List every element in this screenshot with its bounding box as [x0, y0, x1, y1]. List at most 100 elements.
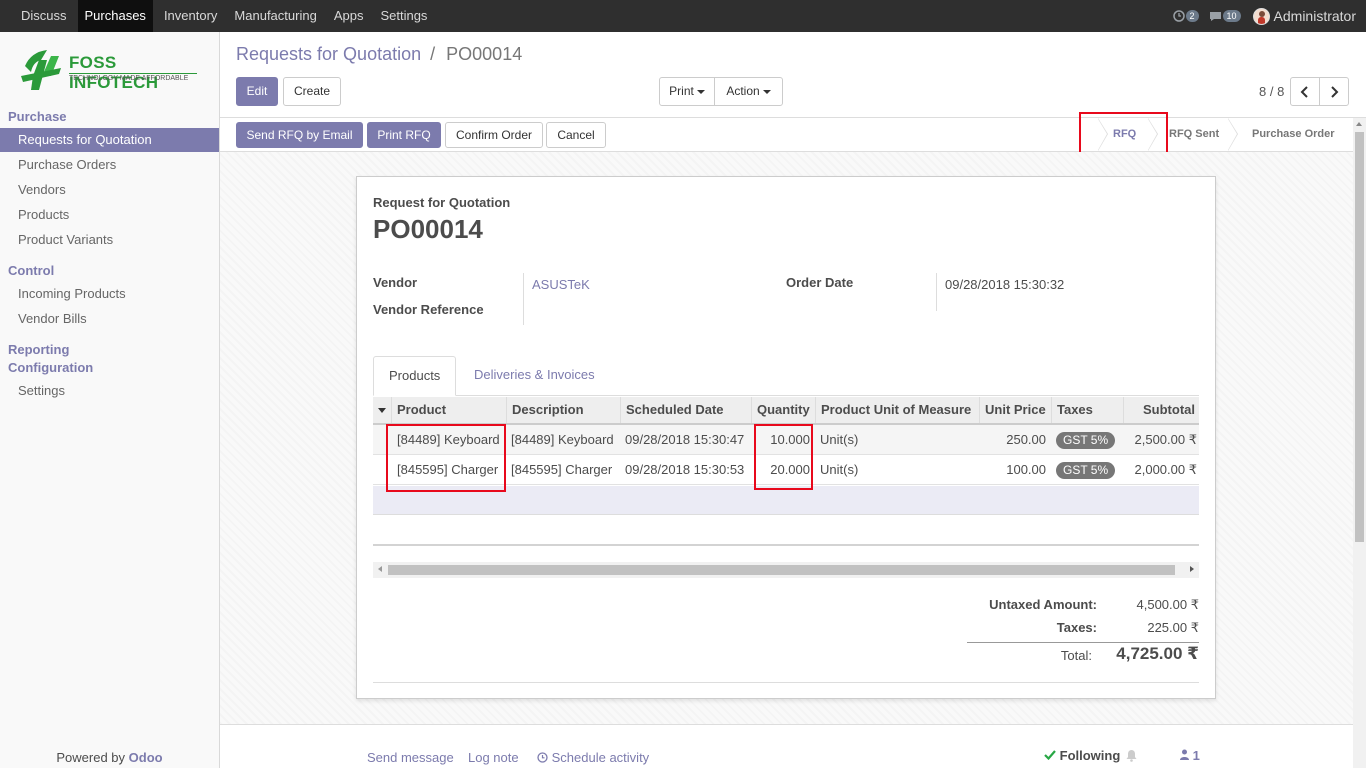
logo-mark-icon: [21, 50, 61, 90]
vertical-scrollbar[interactable]: [1353, 118, 1366, 768]
cell-uom[interactable]: Unit(s): [820, 455, 858, 485]
highlight-box-quantities: [754, 424, 813, 490]
section-reporting[interactable]: Reporting: [8, 342, 69, 357]
menu-purchases[interactable]: Purchases: [77, 0, 153, 32]
breadcrumb: Requests for Quotation / PO00014: [236, 44, 522, 65]
app-menu: Discuss Purchases Inventory Manufacturin…: [15, 0, 438, 32]
total-value: 4,725.00 ₹: [1116, 644, 1199, 663]
pager-next-button[interactable]: [1319, 77, 1349, 106]
sidebar-item-incoming-products[interactable]: Incoming Products: [0, 282, 219, 306]
schedule-activity-link[interactable]: Schedule activity: [537, 750, 649, 765]
cell-subtotal: 2,000.00 ₹: [1134, 462, 1198, 477]
powered-by-label: Powered by: [56, 750, 126, 765]
sidebar-item-vendor-bills[interactable]: Vendor Bills: [0, 307, 219, 331]
message-count-badge: 10: [1222, 10, 1241, 22]
total-label: Total:: [1060, 648, 1092, 663]
caret-down-icon: [378, 408, 386, 413]
table-header: Product Description Scheduled Date Quant…: [373, 397, 1199, 425]
clock-icon: [1172, 10, 1185, 22]
sidebar-item-product-variants[interactable]: Product Variants: [0, 228, 219, 252]
column-header-taxes[interactable]: Taxes: [1052, 397, 1124, 423]
scrollbar-thumb[interactable]: [1355, 132, 1364, 542]
section-purchase: Purchase: [8, 109, 67, 124]
menu-manufacturing[interactable]: Manufacturing: [228, 0, 322, 32]
scroll-up-icon: [1356, 122, 1362, 126]
followers-count: 1: [1192, 748, 1200, 763]
print-dropdown[interactable]: Print: [659, 77, 715, 106]
sidebar-item-purchase-orders[interactable]: Purchase Orders: [0, 153, 219, 177]
sidebar-item-settings[interactable]: Settings: [0, 379, 219, 403]
send-rfq-email-button[interactable]: Send RFQ by Email: [236, 122, 363, 148]
brand-tagline: TECHNOLOGY MADE AFFORDABLE: [69, 73, 197, 82]
document-number: PO00014: [373, 214, 483, 244]
top-navbar: Discuss Purchases Inventory Manufacturin…: [0, 0, 1366, 32]
user-avatar[interactable]: [1252, 7, 1270, 25]
odoo-link[interactable]: Odoo: [129, 750, 163, 765]
following-label: Following: [1059, 748, 1121, 763]
action-dropdown[interactable]: Action: [714, 77, 783, 106]
scroll-left-icon: [378, 566, 382, 572]
sidebar-item-products[interactable]: Products: [0, 203, 219, 227]
check-icon: [1044, 750, 1056, 761]
company-logo: FOSS INFOTECH TECHNOLOGY MADE AFFORDABLE: [17, 46, 202, 96]
pager-value[interactable]: 8 / 8: [1259, 84, 1284, 99]
clock-icon: [537, 752, 548, 763]
column-header-uom[interactable]: Product Unit of Measure: [816, 397, 980, 423]
menu-settings[interactable]: Settings: [374, 0, 433, 32]
horizontal-scrollbar-thumb[interactable]: [388, 565, 1175, 575]
cell-description[interactable]: [845595] Charger: [511, 455, 612, 485]
bell-icon[interactable]: [1126, 749, 1137, 762]
cell-description[interactable]: [84489] Keyboard: [511, 425, 614, 455]
stage-purchase-order[interactable]: Purchase Order: [1252, 118, 1335, 151]
menu-inventory[interactable]: Inventory: [158, 0, 223, 32]
pager-previous-button[interactable]: [1290, 77, 1320, 106]
section-configuration: Configuration: [8, 360, 94, 375]
send-message-link[interactable]: Send message: [367, 750, 454, 765]
tab-deliveries-invoices[interactable]: Deliveries & Invoices: [459, 356, 610, 396]
log-note-link[interactable]: Log note: [468, 750, 519, 765]
column-header-unit-price[interactable]: Unit Price: [980, 397, 1052, 423]
section-control: Control: [8, 263, 55, 278]
sidebar-item-vendors[interactable]: Vendors: [0, 178, 219, 202]
cell-unit-price[interactable]: 100.00: [980, 455, 1046, 485]
horizontal-scrollbar[interactable]: [373, 562, 1199, 578]
create-button[interactable]: Create: [283, 77, 341, 106]
doc-type-label: Request for Quotation: [373, 195, 511, 210]
column-header-subtotal[interactable]: Subtotal: [1124, 397, 1199, 423]
menu-apps[interactable]: Apps: [328, 0, 370, 32]
cell-scheduled-date[interactable]: 09/28/2018 15:30:53: [625, 455, 744, 485]
column-header-description[interactable]: Description: [507, 397, 621, 423]
column-header-product[interactable]: Product: [392, 397, 507, 423]
cell-unit-price[interactable]: 250.00: [980, 425, 1046, 455]
sidebar-item-rfq[interactable]: Requests for Quotation: [0, 128, 219, 152]
action-label: Action: [726, 84, 760, 98]
vendor-link[interactable]: ASUSTeK: [532, 277, 590, 292]
form-statusbar: Send RFQ by Email Print RFQ Confirm Orde…: [220, 117, 1366, 152]
column-header-scheduled-date[interactable]: Scheduled Date: [621, 397, 752, 423]
breadcrumb-parent[interactable]: Requests for Quotation: [236, 44, 421, 64]
user-menu[interactable]: Administrator: [1274, 8, 1356, 24]
print-rfq-button[interactable]: Print RFQ: [367, 122, 441, 148]
cell-taxes[interactable]: GST 5%: [1056, 455, 1116, 485]
followers-button[interactable]: 1: [1180, 748, 1200, 763]
column-header-quantity[interactable]: Quantity: [752, 397, 816, 423]
caret-down-icon: [762, 89, 771, 94]
confirm-order-button[interactable]: Confirm Order: [445, 122, 543, 148]
following-button[interactable]: Following: [1044, 748, 1120, 763]
edit-button[interactable]: Edit: [236, 77, 278, 106]
cell-taxes[interactable]: GST 5%: [1056, 425, 1116, 455]
order-date-label: Order Date: [786, 275, 854, 290]
column-options-toggle[interactable]: [373, 397, 392, 423]
activity-button[interactable]: 2: [1172, 10, 1199, 22]
stage-rfq-sent[interactable]: RFQ Sent: [1169, 118, 1219, 151]
menu-discuss[interactable]: Discuss: [15, 0, 73, 32]
tab-products[interactable]: Products: [373, 356, 456, 396]
untaxed-amount-value: 4,500.00 ₹: [1136, 597, 1200, 612]
cell-scheduled-date[interactable]: 09/28/2018 15:30:47: [625, 425, 744, 455]
taxes-value: 225.00 ₹: [1147, 620, 1199, 635]
cancel-button[interactable]: Cancel: [546, 122, 606, 148]
tax-tag: GST 5%: [1056, 432, 1116, 449]
taxes-label: Taxes:: [1056, 620, 1097, 635]
messages-button[interactable]: 10: [1209, 10, 1241, 22]
cell-uom[interactable]: Unit(s): [820, 425, 858, 455]
